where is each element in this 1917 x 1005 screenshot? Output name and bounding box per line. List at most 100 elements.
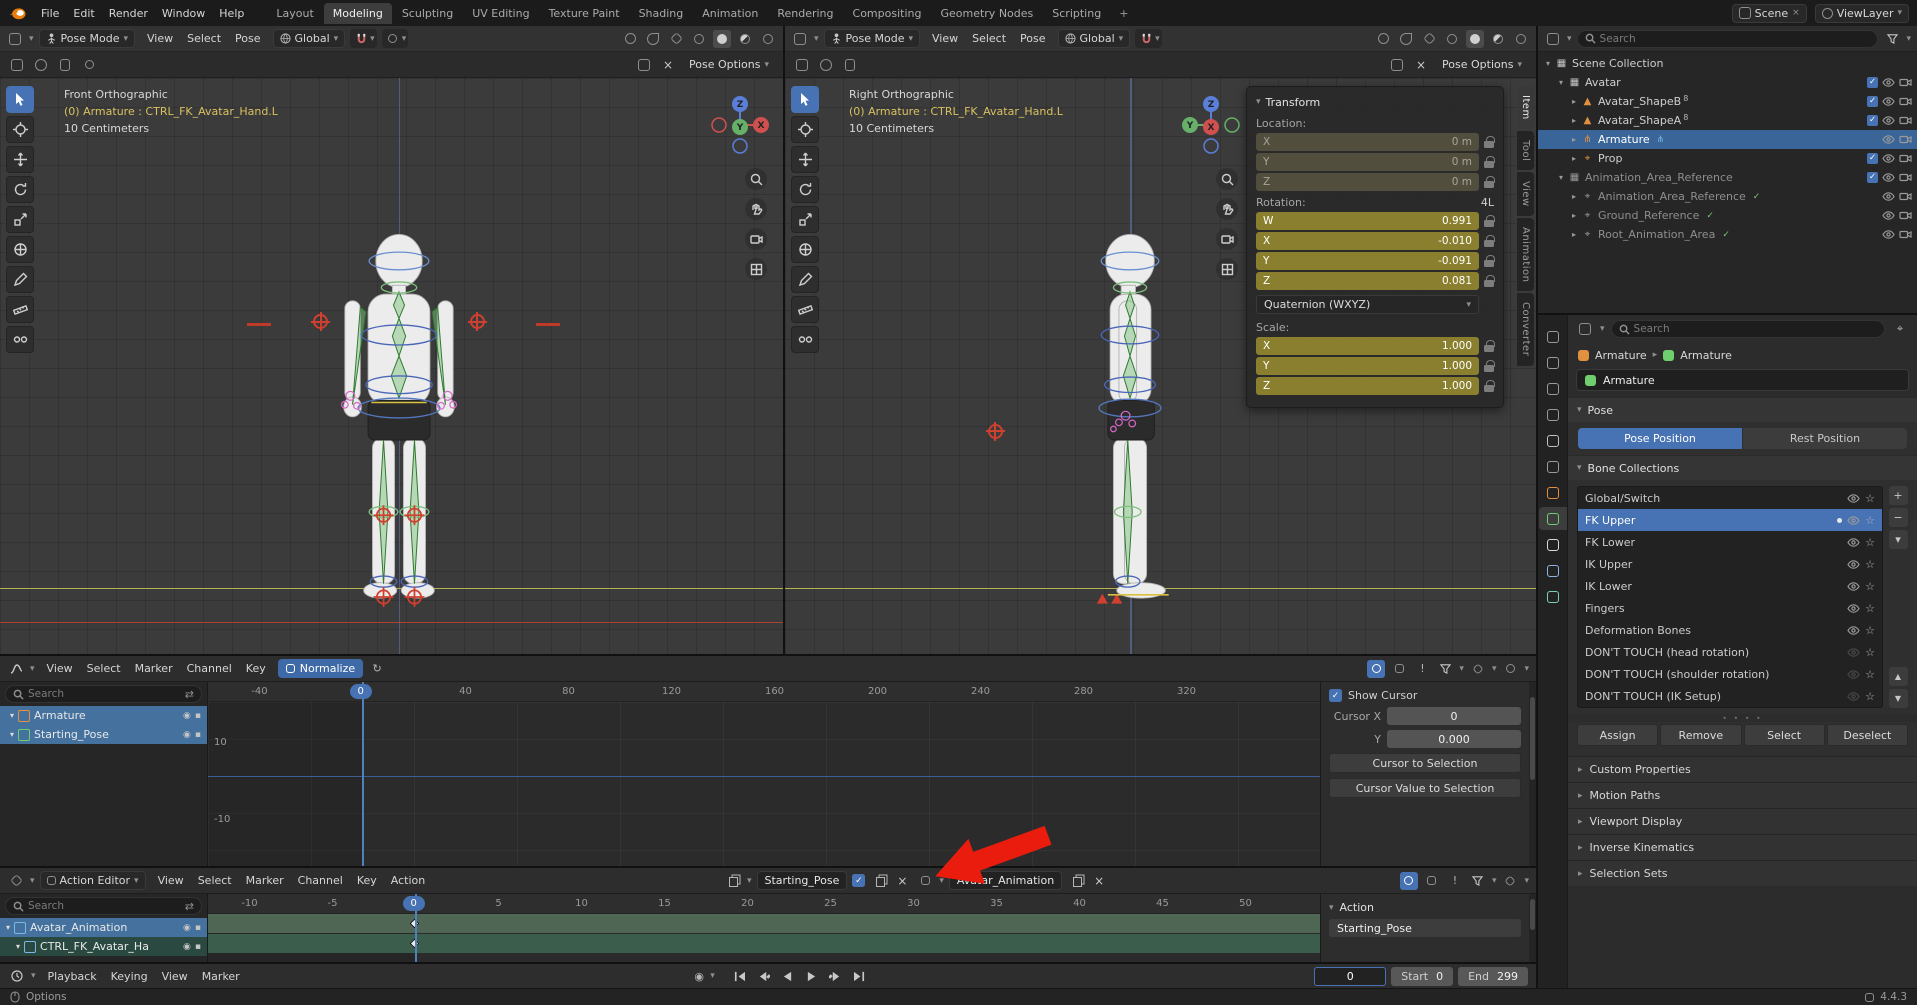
solo-star-icon[interactable]: ☆	[1865, 602, 1875, 615]
dope-area[interactable]: -10-505101520253035404550 0	[208, 894, 1320, 962]
unlink-action-icon[interactable]: ×	[893, 872, 911, 890]
add-workspace-button[interactable]: +	[1112, 3, 1135, 24]
dope-menu-item[interactable]: View	[151, 871, 191, 890]
normalize-toggle[interactable]: Normalize	[278, 659, 363, 678]
panel-expand-icon[interactable]: ▾	[1577, 405, 1582, 415]
channel-row[interactable]: ▾ Armature ◉▪	[0, 706, 207, 725]
solo-star-icon[interactable]: ☆	[1865, 536, 1875, 549]
scale-field[interactable]: Z1.000	[1256, 377, 1479, 395]
duplicate-action-icon[interactable]	[870, 872, 888, 890]
show-overlays-icon[interactable]	[644, 30, 662, 48]
viewport-front-canvas[interactable]: Front Orthographic (0) Armature : CTRL_F…	[0, 78, 783, 654]
bone-collection-row[interactable]: IK Lower ☆	[1578, 575, 1882, 597]
collection-visibility-icon[interactable]	[1847, 646, 1860, 659]
shading-wireframe-icon[interactable]	[690, 30, 708, 48]
location-field[interactable]: Z0 m	[1256, 173, 1479, 191]
action-name-field[interactable]: Starting_Pose	[1329, 919, 1521, 937]
channel-eye-icon[interactable]: ◉	[183, 730, 191, 740]
panel-collapse-icon[interactable]: ▾	[1329, 903, 1334, 913]
graph-menu-item[interactable]: View	[40, 659, 80, 678]
camera-view-icon[interactable]	[1216, 228, 1238, 250]
character-front[interactable]	[305, 230, 493, 628]
hide-viewport-icon[interactable]	[1882, 76, 1895, 89]
outliner-row[interactable]: ▾ ▦ Avatar ✓	[1538, 73, 1917, 92]
collection-visibility-icon[interactable]	[1847, 580, 1860, 593]
editor-type-caret-icon[interactable]: ▾	[1600, 324, 1605, 334]
shading-material-icon[interactable]	[1489, 30, 1507, 48]
rotate-tool[interactable]	[791, 176, 819, 203]
collection-checkbox[interactable]: ✓	[1867, 153, 1878, 164]
editor-type-caret-icon[interactable]: ▾	[1567, 34, 1572, 44]
navigation-gizmo[interactable]: Z X Y	[707, 92, 773, 158]
add-collection-button[interactable]: +	[1889, 486, 1908, 505]
disable-render-icon[interactable]	[1899, 95, 1912, 108]
editor-type-caret-icon[interactable]: ▾	[30, 876, 35, 886]
snap-keys-icon[interactable]	[1501, 872, 1519, 890]
pose-breakdowner-tool[interactable]	[791, 326, 819, 353]
outliner-row[interactable]: ▸ ⌖ Ground_Reference ✓ ✓	[1538, 206, 1917, 225]
grid-snap-icon[interactable]	[1388, 56, 1406, 74]
shading-wireframe-icon[interactable]	[1443, 30, 1461, 48]
filter-caret-icon[interactable]: ▾	[1459, 664, 1464, 674]
normalize-refresh-icon[interactable]: ↻	[368, 660, 386, 678]
solo-star-icon[interactable]: ☆	[1865, 514, 1875, 527]
proportional-edit-icon[interactable]	[1501, 660, 1519, 678]
snap-caret-icon[interactable]: ▾	[1492, 664, 1497, 674]
slot-icon[interactable]	[916, 872, 934, 890]
solo-star-icon[interactable]: ☆	[1865, 580, 1875, 593]
channel-lock-icon[interactable]: ▪	[195, 942, 201, 952]
dope-menu-item[interactable]: Channel	[291, 871, 350, 890]
bone-collection-row[interactable]: Deformation Bones ☆	[1578, 619, 1882, 641]
editor-type-caret-icon[interactable]: ▾	[29, 34, 34, 44]
arm-line-left[interactable]	[247, 323, 271, 326]
editor-mode-dropdown[interactable]: Action Editor ▾	[40, 871, 146, 890]
timeline-menu-item[interactable]: Keying	[104, 967, 155, 986]
shading-rendered-icon[interactable]	[1512, 30, 1530, 48]
timeline-menu-item[interactable]: Playback	[41, 967, 104, 986]
filter-caret-icon[interactable]: ▾	[1492, 876, 1497, 886]
location-field[interactable]: Y0 m	[1256, 153, 1479, 171]
jump-to-start-button[interactable]	[729, 967, 751, 985]
workspace-tab[interactable]: Animation	[693, 3, 767, 24]
shading-rendered-icon[interactable]	[759, 30, 777, 48]
properties-search-input[interactable]	[1634, 323, 1877, 335]
action-browse-caret-icon[interactable]: ▾	[747, 876, 752, 886]
cursor-value-to-selection-button[interactable]: Cursor Value to Selection	[1329, 778, 1521, 798]
shading-solid-icon[interactable]	[713, 30, 731, 48]
dope-menu-item[interactable]: Action	[384, 871, 432, 890]
properties-tab[interactable]	[1539, 559, 1567, 582]
editor-type-icon[interactable]	[1576, 320, 1594, 338]
expander-icon[interactable]: ▸	[1568, 211, 1580, 220]
show-gizmo-icon[interactable]	[621, 30, 639, 48]
bone-collection-row[interactable]: Fingers ☆	[1578, 597, 1882, 619]
cursor-x-field[interactable]: 0	[1387, 707, 1521, 725]
filter-swap-icon[interactable]: ⇄	[185, 900, 194, 913]
timeline-menu-item[interactable]: View	[155, 967, 195, 986]
datablock-name-field[interactable]: Armature	[1576, 369, 1909, 391]
rest-position-button[interactable]: Rest Position	[1743, 428, 1907, 449]
pose-breakdowner-tool[interactable]	[6, 326, 34, 353]
bone-collection-row[interactable]: Global/Switch ☆	[1578, 487, 1882, 509]
viewport-menu-item[interactable]: Select	[180, 29, 228, 48]
outliner-row[interactable]: ▸ ⌖ Prop ✓	[1538, 149, 1917, 168]
lock-icon[interactable]	[1484, 360, 1494, 372]
collapsed-panel-header[interactable]: ▸ Custom Properties	[1568, 756, 1917, 782]
annotate-tool[interactable]	[6, 266, 34, 293]
hide-viewport-icon[interactable]	[1882, 190, 1895, 203]
hide-viewport-icon[interactable]	[1882, 152, 1895, 165]
bone-collection-row[interactable]: IK Upper ☆	[1578, 553, 1882, 575]
sidebar-tab[interactable]: Tool	[1517, 131, 1534, 170]
fake-user-toggle[interactable]: ✓	[852, 874, 865, 887]
annotate-tool[interactable]	[791, 266, 819, 293]
rotate-tool[interactable]	[6, 176, 34, 203]
outliner-row[interactable]: ▾ ▦ Scene Collection ✓	[1538, 54, 1917, 73]
scene-selector[interactable]: Scene ×	[1732, 4, 1807, 23]
workspace-tab[interactable]: Shading	[630, 3, 693, 24]
shading-material-icon[interactable]	[736, 30, 754, 48]
lock-icon[interactable]	[1484, 340, 1494, 352]
move-down-button[interactable]: ▼	[1889, 689, 1908, 708]
proportional-editing-icon[interactable]	[384, 30, 402, 48]
ortho-grid-icon[interactable]	[1216, 258, 1238, 280]
dope-menu-item[interactable]: Marker	[239, 871, 291, 890]
collection-specials-button[interactable]: ▾	[1889, 530, 1908, 549]
